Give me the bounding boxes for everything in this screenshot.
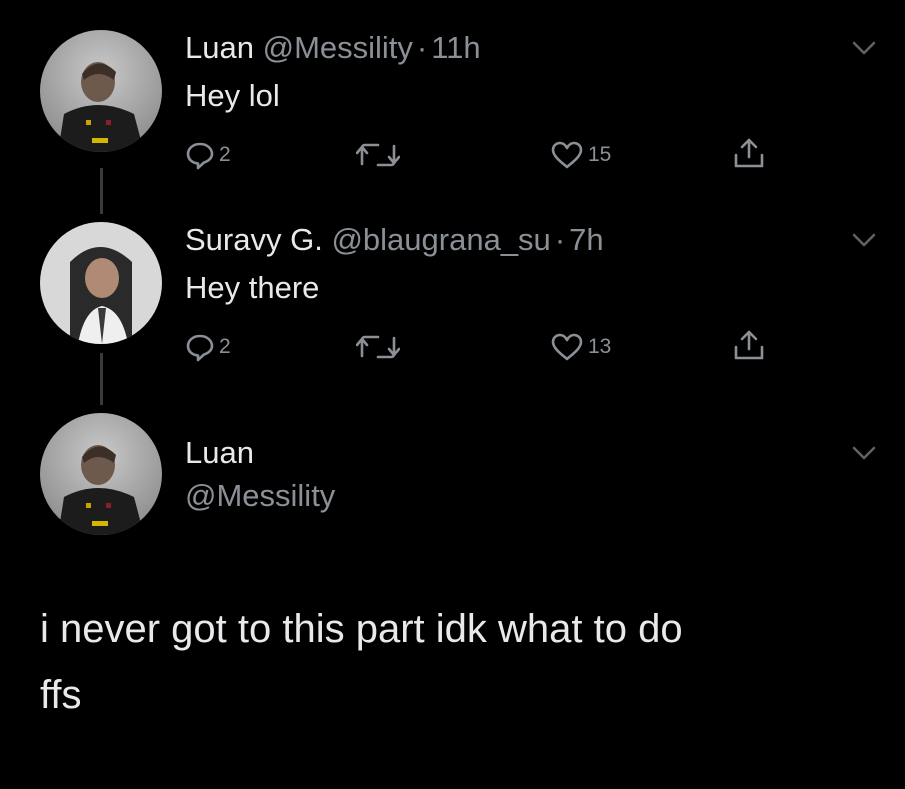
heart-icon bbox=[551, 141, 583, 169]
caption-line: i never got to this part idk what to do bbox=[40, 607, 683, 651]
like-count: 15 bbox=[588, 143, 612, 166]
caption-text: i never got to this part idk what to do … bbox=[40, 596, 880, 728]
tweet-text: Hey lol bbox=[185, 78, 280, 113]
avatar[interactable] bbox=[40, 413, 162, 535]
chevron-down-icon[interactable] bbox=[850, 230, 878, 250]
timestamp[interactable]: 7h bbox=[569, 222, 603, 257]
retweet-arrows-icon bbox=[356, 335, 400, 359]
like-count: 13 bbox=[588, 335, 612, 358]
tweet-header: Suravy G. @blaugrana_su · 7h bbox=[185, 222, 604, 258]
retweet-button[interactable] bbox=[356, 138, 400, 172]
like-button[interactable]: 15 bbox=[550, 138, 611, 172]
speech-bubble-icon bbox=[186, 334, 214, 362]
soccer-player-avatar-icon bbox=[40, 30, 162, 152]
username[interactable]: @blaugrana_su bbox=[331, 222, 550, 257]
chevron-down-icon[interactable] bbox=[850, 38, 878, 58]
caption-line: ffs bbox=[40, 673, 82, 717]
heart-icon bbox=[551, 333, 583, 361]
like-button[interactable]: 13 bbox=[550, 330, 611, 364]
timestamp[interactable]: 11h bbox=[431, 30, 480, 65]
reply-button[interactable]: 2 bbox=[185, 330, 231, 364]
username[interactable]: @Messility bbox=[263, 30, 413, 65]
share-upload-icon bbox=[734, 330, 764, 360]
tweet-header: Luan @Messility · 11h bbox=[185, 30, 481, 66]
tweet-text: Hey there bbox=[185, 270, 320, 305]
username[interactable]: @Messility bbox=[185, 478, 335, 514]
display-name[interactable]: Luan bbox=[185, 30, 254, 65]
separator: · bbox=[416, 30, 428, 65]
thread-connector-line bbox=[100, 168, 103, 214]
separator: · bbox=[554, 222, 566, 257]
display-name[interactable]: Luan bbox=[185, 435, 254, 471]
soccer-player-avatar-icon bbox=[40, 413, 162, 535]
avatar[interactable] bbox=[40, 222, 162, 344]
reply-count: 2 bbox=[219, 143, 231, 166]
reply-button[interactable]: 2 bbox=[185, 138, 231, 172]
share-upload-icon bbox=[734, 138, 764, 168]
avatar[interactable] bbox=[40, 30, 162, 152]
retweet-arrows-icon bbox=[356, 143, 400, 167]
selfie-avatar-icon bbox=[40, 222, 162, 344]
thread-connector-line bbox=[100, 353, 103, 405]
reply-count: 2 bbox=[219, 335, 231, 358]
retweet-button[interactable] bbox=[356, 330, 400, 364]
display-name[interactable]: Suravy G. bbox=[185, 222, 323, 257]
share-button[interactable] bbox=[732, 328, 766, 362]
speech-bubble-icon bbox=[186, 142, 214, 170]
share-button[interactable] bbox=[732, 136, 766, 170]
chevron-down-icon[interactable] bbox=[850, 443, 878, 463]
